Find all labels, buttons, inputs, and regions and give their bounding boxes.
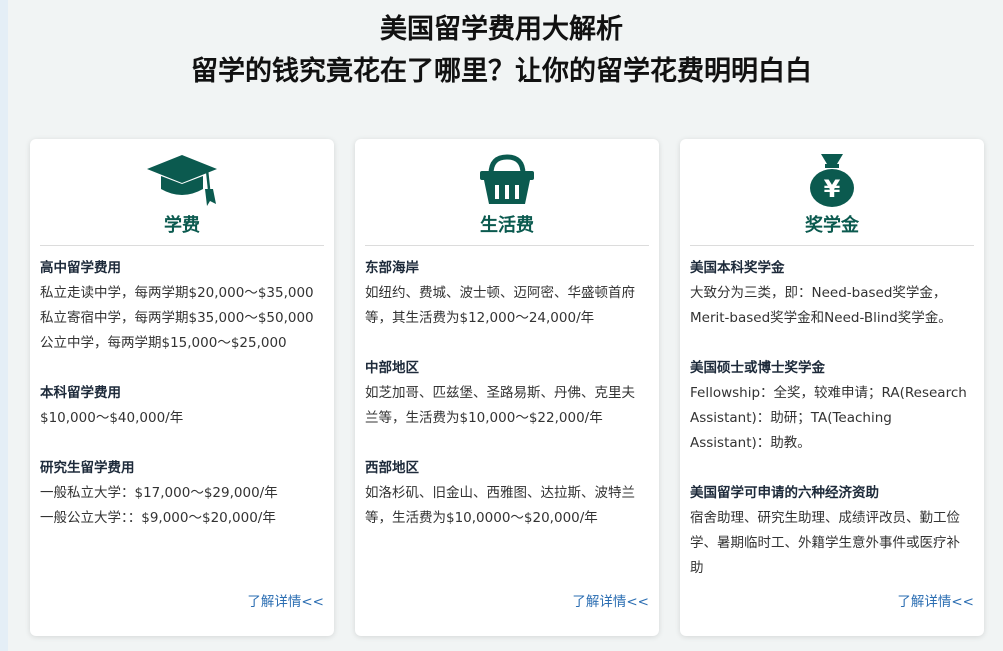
section-title: 东部海岸 <box>365 260 419 276</box>
svg-text:¥: ¥ <box>824 175 841 203</box>
section-line: 等，其生活费为$12,000～24,000/年 <box>365 310 595 326</box>
tuition-card: 学费 高中留学费用 私立走读中学，每两学期$20,000～$35,000 私立寄… <box>30 139 334 636</box>
page-header: 美国留学费用大解析 留学的钱究竟花在了哪里？让你的留学花费明明白白 <box>0 10 1003 94</box>
section-line: 学、暑期临时工、外籍学生意外事件或医疗补 <box>690 535 960 551</box>
section-line: 一般私立大学：$17,000～$29,000/年 <box>40 485 278 501</box>
divider <box>40 245 324 246</box>
divider <box>690 245 974 246</box>
section-line: 兰等，生活费为$10,000～$22,000/年 <box>365 410 603 426</box>
section-undergrad-scholarship: 美国本科奖学金 大致分为三类，即：Need-based奖学金， Merit-ba… <box>690 256 980 331</box>
card-content-tuition: 高中留学费用 私立走读中学，每两学期$20,000～$35,000 私立寄宿中学… <box>40 256 330 556</box>
section-line: Fellowship：全奖，较难申请；RA(Research <box>690 385 967 401</box>
section-title: 美国硕士或博士奖学金 <box>690 360 825 376</box>
scholarship-card: ¥ 奖学金 美国本科奖学金 大致分为三类，即：Need-based奖学金， Me… <box>680 139 984 636</box>
page-subtitle: 留学的钱究竟花在了哪里？让你的留学花费明明白白 <box>191 56 812 87</box>
section-line: Merit-based奖学金和Need-Blind奖学金。 <box>690 310 952 326</box>
section-line: 私立走读中学，每两学期$20,000～$35,000 <box>40 285 314 301</box>
section-title: 高中留学费用 <box>40 260 121 276</box>
section-grad-scholarship: 美国硕士或博士奖学金 Fellowship：全奖，较难申请；RA(Researc… <box>690 356 980 456</box>
learn-more-link-living[interactable]: 了解详情<< <box>572 593 649 611</box>
section-high-school: 高中留学费用 私立走读中学，每两学期$20,000～$35,000 私立寄宿中学… <box>40 256 330 356</box>
learn-more-link-scholarship[interactable]: 了解详情<< <box>897 593 974 611</box>
section-title: 西部地区 <box>365 460 419 476</box>
card-title-scholarship: 奖学金 <box>805 215 859 236</box>
section-line: 助 <box>690 560 704 576</box>
card-content-scholarship: 美国本科奖学金 大致分为三类，即：Need-based奖学金， Merit-ba… <box>690 256 980 606</box>
section-line: 大致分为三类，即：Need-based奖学金， <box>690 285 947 301</box>
section-line: 公立中学，每两学期$15,000～$25,000 <box>40 335 287 351</box>
section-undergraduate: 本科留学费用 $10,000～$40,000/年 <box>40 381 330 431</box>
page-title: 美国留学费用大解析 <box>380 14 623 45</box>
card-title-living: 生活费 <box>480 215 534 236</box>
section-midwest: 中部地区 如芝加哥、匹兹堡、圣路易斯、丹佛、克里夫 兰等，生活费为$10,000… <box>365 356 655 431</box>
section-title: 中部地区 <box>365 360 419 376</box>
section-title: 研究生留学费用 <box>40 460 135 476</box>
section-line: 如芝加哥、匹兹堡、圣路易斯、丹佛、克里夫 <box>365 385 635 401</box>
left-edge-strip <box>0 0 8 651</box>
living-expenses-card: 生活费 东部海岸 如纽约、费城、波士顿、迈阿密、华盛顿首府 等，其生活费为$12… <box>355 139 659 636</box>
section-line: Assistant)：助研；TA(Teaching <box>690 410 892 426</box>
section-line: 等，生活费为$10,0000～$20,000/年 <box>365 510 598 526</box>
section-title: 美国本科奖学金 <box>690 260 785 276</box>
card-title-tuition: 学费 <box>164 215 200 236</box>
graduation-cap-icon <box>30 151 334 209</box>
basket-icon <box>355 151 659 209</box>
divider <box>365 245 649 246</box>
section-line: 私立寄宿中学，每两学期$35,000～$50,000 <box>40 310 314 326</box>
section-east-coast: 东部海岸 如纽约、费城、波士顿、迈阿密、华盛顿首府 等，其生活费为$12,000… <box>365 256 655 331</box>
money-bag-yen-icon: ¥ <box>680 151 984 209</box>
section-line: Assistant)：助教。 <box>690 435 811 451</box>
section-west: 西部地区 如洛杉矶、旧金山、西雅图、达拉斯、波特兰 等，生活费为$10,0000… <box>365 456 655 531</box>
section-line: $10,000～$40,000/年 <box>40 410 184 426</box>
section-line: 如纽约、费城、波士顿、迈阿密、华盛顿首府 <box>365 285 635 301</box>
card-content-living: 东部海岸 如纽约、费城、波士顿、迈阿密、华盛顿首府 等，其生活费为$12,000… <box>365 256 655 556</box>
section-line: 如洛杉矶、旧金山、西雅图、达拉斯、波特兰 <box>365 485 635 501</box>
section-line: 一般公立大学：：$9,000～$20,000/年 <box>40 510 276 526</box>
section-line: 宿舍助理、研究生助理、成绩评改员、勤工俭 <box>690 510 960 526</box>
learn-more-link-tuition[interactable]: 了解详情<< <box>247 593 324 611</box>
section-graduate: 研究生留学费用 一般私立大学：$17,000～$29,000/年 一般公立大学：… <box>40 456 330 531</box>
section-financial-aid: 美国留学可申请的六种经济资助 宿舍助理、研究生助理、成绩评改员、勤工俭 学、暑期… <box>690 481 980 581</box>
section-title: 本科留学费用 <box>40 385 121 401</box>
section-title: 美国留学可申请的六种经济资助 <box>690 485 879 501</box>
